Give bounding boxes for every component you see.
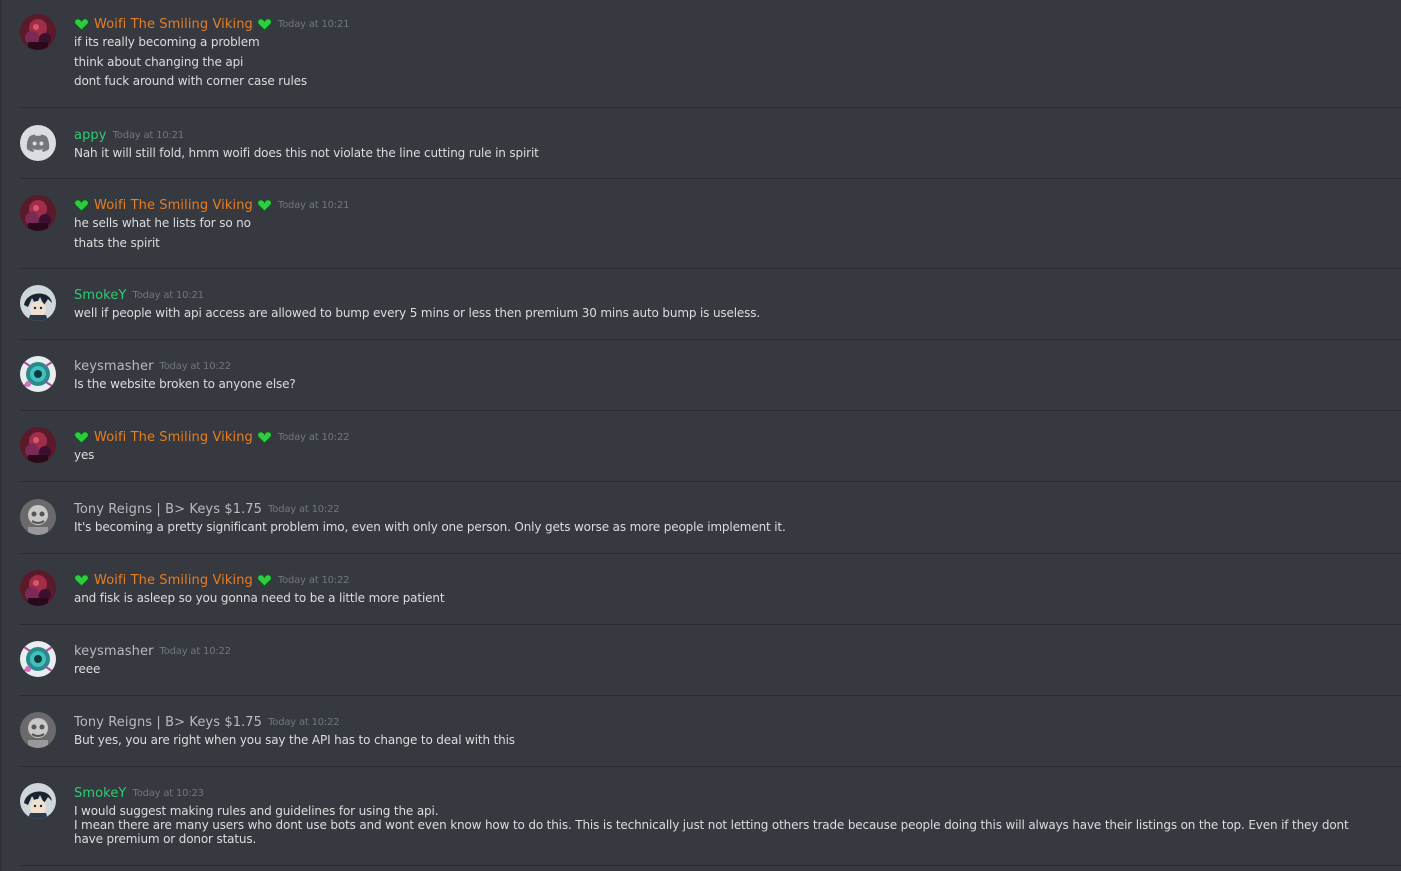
avatar-woifi[interactable] <box>20 427 56 463</box>
scroll-area-edge <box>0 0 2 871</box>
avatar-smokey[interactable] <box>20 783 56 819</box>
message-text: But yes, you are right when you say the … <box>74 733 515 747</box>
chat-message-list: Woifi The Smiling Viking Today at 10:21 i… <box>0 0 1401 871</box>
username[interactable]: Tony Reigns | B> Keys $1.75 <box>74 502 262 517</box>
message-text: Nah it will still fold, hmm woifi does t… <box>74 146 539 160</box>
message-divider <box>20 695 1401 696</box>
timestamp: Today at 10:22 <box>159 646 232 657</box>
avatar-tony-reigns[interactable] <box>20 499 56 535</box>
message-divider <box>20 410 1401 411</box>
message-divider <box>20 624 1401 625</box>
avatar-keysmasher[interactable] <box>20 641 56 677</box>
message-divider <box>20 865 1401 866</box>
timestamp: Today at 10:21 <box>112 130 185 141</box>
message-text: if its really becoming a problem <box>74 35 260 49</box>
green-heart-icon <box>257 573 272 588</box>
timestamp: Today at 10:22 <box>277 432 350 443</box>
username[interactable]: Woifi The Smiling Viking <box>94 573 253 588</box>
message-text: dont fuck around with corner case rules <box>74 74 308 88</box>
username[interactable]: Woifi The Smiling Viking <box>94 17 253 32</box>
avatar-keysmasher[interactable] <box>20 356 56 392</box>
username[interactable]: SmokeY <box>74 288 126 303</box>
message-divider <box>20 339 1401 340</box>
message-text: yes <box>74 448 95 462</box>
green-heart-icon <box>74 17 89 32</box>
message-text: reee <box>74 662 101 676</box>
username[interactable]: keysmasher <box>74 644 154 659</box>
timestamp: Today at 10:22 <box>268 717 340 728</box>
timestamp: Today at 10:22 <box>159 361 232 372</box>
message-text: he sells what he lists for so no <box>74 216 251 230</box>
username[interactable]: keysmasher <box>74 359 154 374</box>
message-text: I would suggest making rules and guideli… <box>74 804 439 818</box>
username[interactable]: appy <box>74 128 107 143</box>
message-text: and fisk is asleep so you gonna need to … <box>74 591 445 605</box>
message-divider <box>20 766 1401 767</box>
timestamp: Today at 10:22 <box>277 575 350 586</box>
username[interactable]: Tony Reigns | B> Keys $1.75 <box>74 715 262 730</box>
message-text: thats the spirit <box>74 235 160 250</box>
avatar-woifi[interactable] <box>20 14 56 50</box>
message-divider <box>20 178 1401 179</box>
avatar-appy[interactable] <box>20 125 56 161</box>
username[interactable]: Woifi The Smiling Viking <box>94 430 253 445</box>
avatar-smokey[interactable] <box>20 285 56 321</box>
timestamp: Today at 10:21 <box>277 200 350 211</box>
green-heart-icon <box>74 198 89 213</box>
green-heart-icon <box>74 573 89 588</box>
green-heart-icon <box>257 198 272 213</box>
message-divider <box>20 268 1401 269</box>
message-text: It's becoming a pretty significant probl… <box>74 520 786 534</box>
message-text: well if people with api access are allow… <box>74 306 761 320</box>
timestamp: Today at 10:21 <box>132 290 204 301</box>
green-heart-icon <box>74 430 89 445</box>
message-text: Is the website broken to anyone else? <box>74 377 296 391</box>
avatar-tony-reigns[interactable] <box>20 712 56 748</box>
timestamp: Today at 10:23 <box>132 788 204 799</box>
username[interactable]: Woifi The Smiling Viking <box>94 198 253 213</box>
username[interactable]: SmokeY <box>74 786 126 801</box>
avatar-woifi[interactable] <box>20 570 56 606</box>
message-divider <box>20 481 1401 482</box>
green-heart-icon <box>257 430 272 445</box>
timestamp: Today at 10:21 <box>277 19 350 30</box>
message-divider <box>20 553 1401 554</box>
timestamp: Today at 10:22 <box>268 504 340 515</box>
green-heart-icon <box>257 17 272 32</box>
message-text: I mean there are many users who dont use… <box>74 818 1349 846</box>
message-text: think about changing the api <box>74 54 244 69</box>
message-divider <box>20 107 1401 108</box>
avatar-woifi[interactable] <box>20 195 56 231</box>
